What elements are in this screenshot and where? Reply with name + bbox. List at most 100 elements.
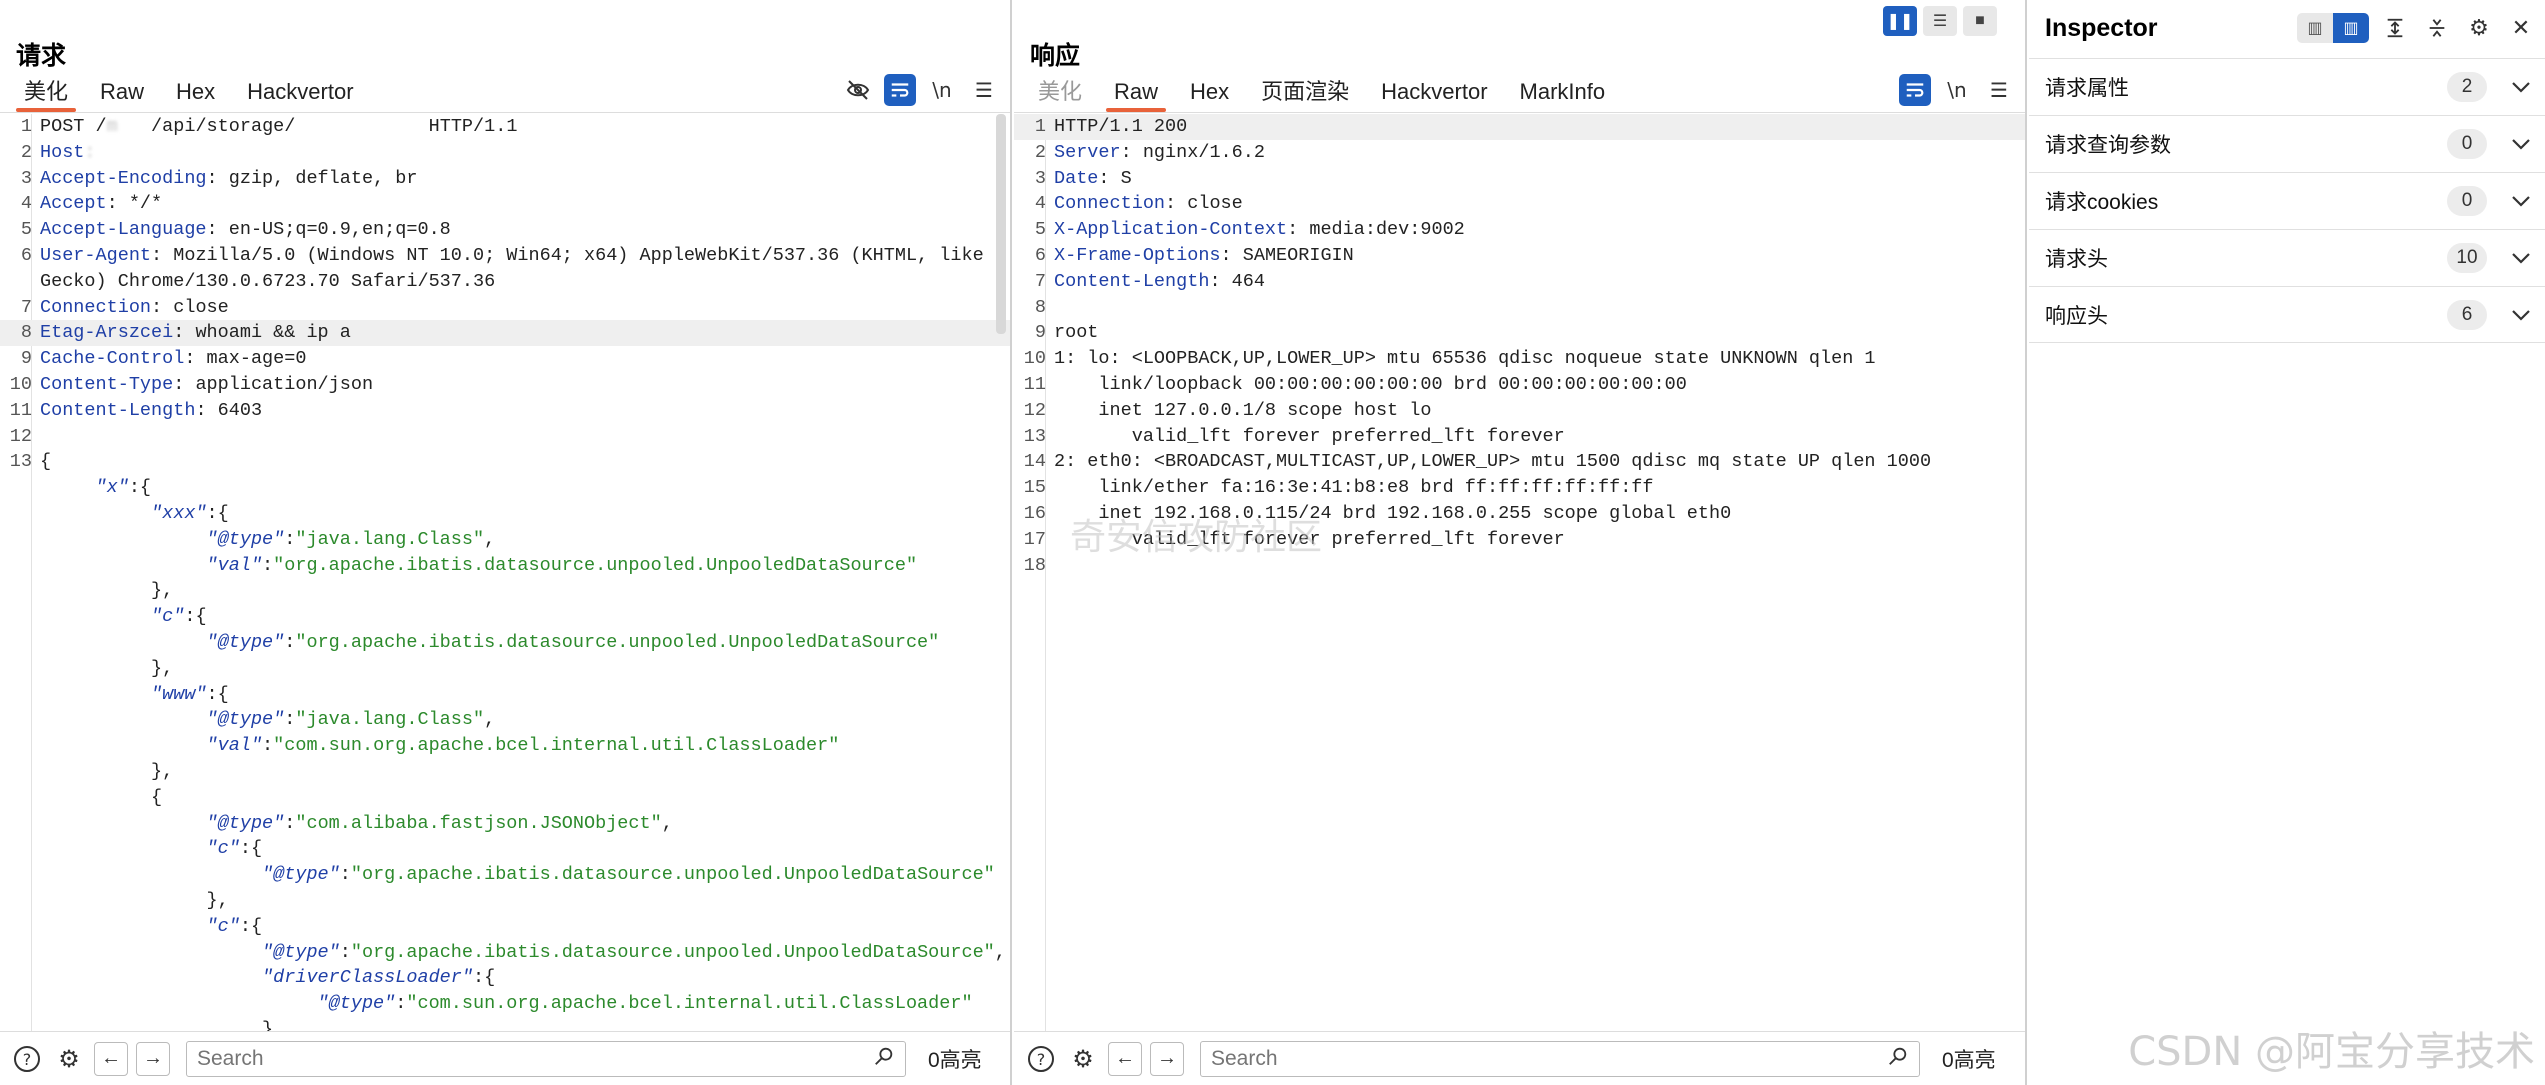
line-number: 13	[1023, 425, 1046, 447]
request-search-input[interactable]	[197, 1046, 873, 1071]
request-scrollbar[interactable]	[996, 114, 1006, 334]
inspector-title: Inspector	[2045, 14, 2158, 42]
newline-icon[interactable]: \n	[1941, 74, 1973, 106]
tab-美化[interactable]: 美化	[8, 72, 84, 112]
code-token: :{	[472, 967, 496, 989]
line-content: Accept-Language: en-US;q=0.9,en;q=0.8	[32, 217, 451, 243]
line-number	[0, 888, 32, 914]
request-search-box[interactable]	[186, 1040, 906, 1077]
line-content: "val":"org.apache.ibatis.datasource.unpo…	[32, 553, 918, 579]
code-token: },	[40, 760, 174, 782]
code-line: "www":{	[0, 682, 1010, 708]
line-number: 6	[1034, 244, 1046, 266]
help-icon[interactable]: ?	[10, 1042, 44, 1076]
code-token: :	[395, 993, 407, 1015]
wrap-icon[interactable]	[1899, 74, 1931, 106]
code-token: "c"	[206, 915, 240, 937]
code-token: "org.apache.ibatis.datasource.unpooled.U…	[350, 864, 995, 886]
code-token: ,	[994, 941, 1006, 963]
code-line: 9 Cache-Control: max-age=0	[0, 346, 1010, 372]
chevron-down-icon[interactable]	[2511, 132, 2531, 156]
back-arrow-icon[interactable]: ←	[1108, 1041, 1142, 1076]
line-number	[0, 527, 32, 553]
code-line: 8	[1014, 295, 2025, 321]
line-number	[0, 965, 32, 991]
back-arrow-icon[interactable]: ←	[94, 1041, 128, 1076]
tab-页面渲染[interactable]: 页面渲染	[1245, 72, 1365, 112]
code-token: "@type"	[206, 631, 285, 653]
line-number: 14	[1023, 451, 1046, 473]
wrap-icon[interactable]	[884, 74, 916, 106]
forward-arrow-icon[interactable]: →	[136, 1041, 170, 1076]
code-token: {	[40, 451, 52, 473]
line-number: 11	[9, 399, 32, 421]
line-content: Content-Length: 6403	[32, 398, 262, 424]
gear-icon[interactable]: ⚙	[1066, 1042, 1100, 1076]
tab-美化[interactable]: 美化	[1022, 72, 1098, 112]
inspector-row-label: 响应头	[2045, 304, 2108, 328]
response-search-input[interactable]	[1211, 1046, 1887, 1071]
split-vertical-icon[interactable]: ☰	[1923, 6, 1957, 36]
code-line: },	[0, 578, 1010, 604]
inspector-row[interactable]: 响应头 6	[2029, 286, 2545, 343]
help-icon[interactable]: ?	[1024, 1042, 1058, 1076]
forward-arrow-icon[interactable]: →	[1150, 1041, 1184, 1076]
chevron-down-icon[interactable]	[2511, 303, 2531, 327]
request-editor[interactable]: 1 POST /m /api/storage/ HTTP/1.1 2 Host: 3A…	[0, 114, 1010, 1031]
response-search-box[interactable]	[1200, 1040, 1920, 1077]
layout-left-icon[interactable]: ▥	[2297, 13, 2333, 43]
layout-right-icon[interactable]: ▥	[2333, 13, 2369, 43]
tab-hex[interactable]: Hex	[1174, 72, 1245, 112]
inspector-row[interactable]: 请求cookies 0	[2029, 172, 2545, 229]
newline-icon[interactable]: \n	[926, 74, 958, 106]
layout-switch: ❚❚ ☰ ■	[1883, 6, 1997, 36]
count-badge: 0	[2447, 186, 2487, 216]
tab-hex[interactable]: Hex	[160, 72, 231, 112]
code-token: "x"	[95, 477, 129, 499]
chevron-down-icon[interactable]	[2511, 189, 2531, 213]
inspector-row[interactable]: 请求属性 2	[2029, 58, 2545, 115]
line-content: Connection: close	[1046, 191, 1243, 217]
expand-all-icon[interactable]	[2379, 12, 2411, 44]
collapse-all-icon[interactable]	[2421, 12, 2453, 44]
chevron-down-icon[interactable]	[2511, 75, 2531, 99]
inspector-row[interactable]: 请求头 10	[2029, 229, 2545, 286]
tab-raw[interactable]: Raw	[1098, 72, 1174, 112]
line-number: 7	[1034, 270, 1046, 292]
redacted-text: :	[84, 141, 118, 163]
line-number: 9	[1034, 322, 1046, 344]
response-editor[interactable]: 1 HTTP/1.1 200 2 Server: nginx/1.6.2 3 Date: …	[1014, 114, 2025, 1031]
menu-icon[interactable]: ☰	[1983, 74, 2015, 106]
close-icon[interactable]: ✕	[2505, 12, 2537, 44]
single-pane-icon[interactable]: ■	[1963, 6, 1997, 36]
code-line: 10 Content-Type: application/json	[0, 372, 1010, 398]
code-line: "x":{	[0, 475, 1010, 501]
gear-icon[interactable]: ⚙	[52, 1042, 86, 1076]
tab-markinfo[interactable]: MarkInfo	[1504, 72, 1622, 112]
split-horizontal-icon[interactable]: ❚❚	[1883, 6, 1917, 36]
line-content: },	[32, 1017, 284, 1031]
redacted-text	[295, 116, 428, 137]
line-content: {	[32, 785, 162, 811]
inspector-panel: Inspector ▥ ▥ ⚙ ✕ 请求属性 2 请求查询参数 0 请求cookies 0…	[2029, 0, 2545, 1085]
line-number	[0, 733, 32, 759]
tab-hackvertor[interactable]: Hackvertor	[231, 72, 369, 112]
tab-hackvertor[interactable]: Hackvertor	[1365, 72, 1503, 112]
code-token: },	[40, 889, 229, 911]
chevron-down-icon[interactable]	[2511, 246, 2531, 270]
count-badge: 0	[2447, 129, 2487, 159]
settings-gear-icon[interactable]: ⚙	[2463, 12, 2495, 44]
line-content: Accept-Encoding: gzip, deflate, br	[32, 166, 417, 192]
inspector-section-list: 请求属性 2 请求查询参数 0 请求cookies 0 请求头 10 响应头 6	[2029, 58, 2545, 343]
inspector-row[interactable]: 请求查询参数 0	[2029, 115, 2545, 172]
eye-slash-icon[interactable]	[842, 74, 874, 106]
tab-raw[interactable]: Raw	[84, 72, 160, 112]
menu-icon[interactable]: ☰	[968, 74, 1000, 106]
request-panel: 请求 美化 Raw Hex Hackvertor \n ☰ 1 POST /m /api…	[0, 0, 1012, 1085]
code-token: : Mozilla/5.0 (Windows NT 10.0; Win64; x…	[151, 244, 984, 266]
line-number: 18	[1023, 554, 1046, 576]
line-content: Gecko) Chrome/130.0.6723.70 Safari/537.3…	[32, 269, 495, 295]
